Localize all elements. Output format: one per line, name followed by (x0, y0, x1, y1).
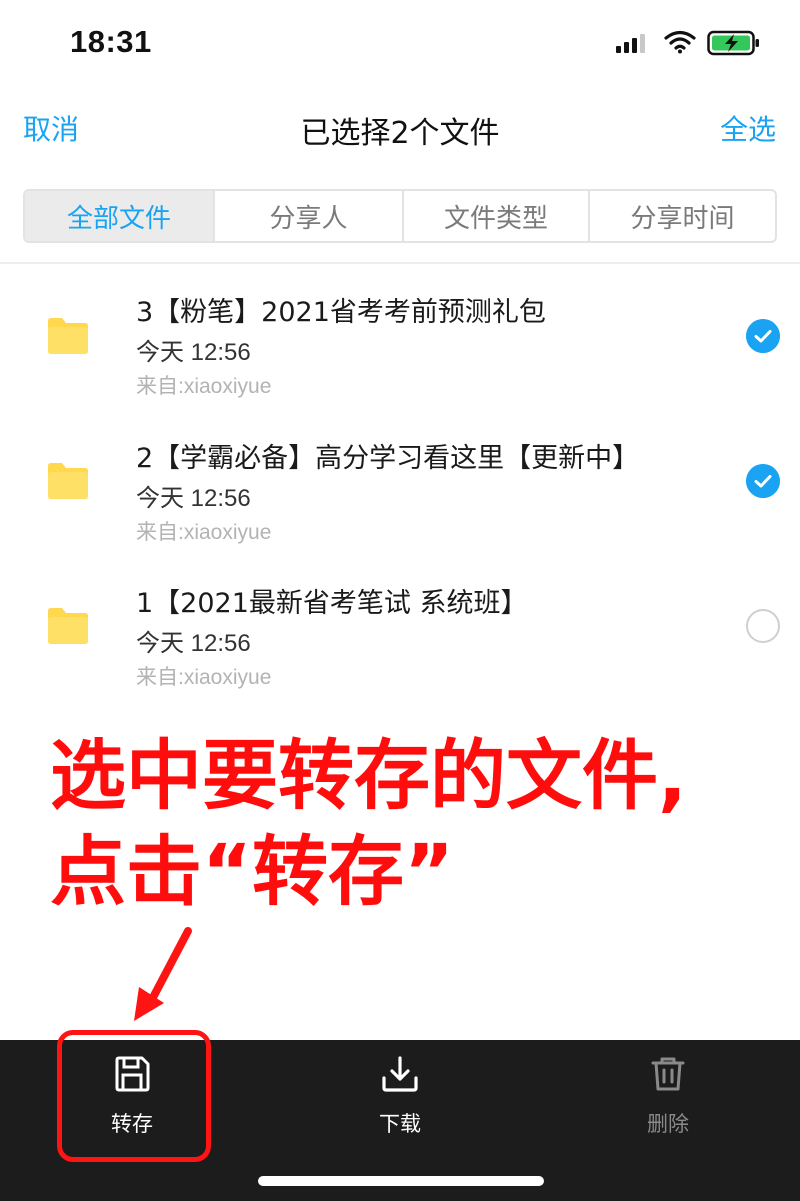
folder-icon (48, 318, 88, 354)
filter-tabs: 全部文件 分享人 文件类型 分享时间 (23, 189, 777, 243)
delete-label: 删除 (647, 1112, 689, 1136)
select-all-button[interactable]: 全选 (720, 108, 776, 148)
cellular-signal-icon (616, 34, 645, 53)
delete-button[interactable]: 删除 (598, 1040, 738, 1160)
red-highlight-box (57, 1030, 211, 1162)
folder-icon (48, 463, 88, 499)
divider (0, 262, 800, 264)
instruction-annotation: 选中要转存的文件, 点击“转存” (50, 728, 770, 920)
red-arrow-icon (134, 927, 192, 1021)
file-name: 1【2021最新省考笔试 系统班】 (136, 588, 528, 619)
file-time: 今天 12:56 (136, 630, 251, 657)
download-icon (382, 1056, 418, 1092)
status-bar: 18:31 (0, 0, 800, 90)
tab-sharer[interactable]: 分享人 (215, 191, 404, 241)
home-indicator[interactable] (258, 1176, 544, 1186)
checkmark-selected-icon[interactable] (746, 319, 780, 353)
file-time: 今天 12:56 (136, 485, 251, 512)
list-item[interactable]: 3【粉笔】2021省考考前预测礼包 今天 12:56 来自:xiaoxiyue (0, 290, 800, 420)
nav-bar: 取消 已选择2个文件 全选 (0, 100, 800, 160)
tab-file-type[interactable]: 文件类型 (404, 191, 590, 241)
file-name: 2【学霸必备】高分学习看这里【更新中】 (136, 443, 640, 474)
annotation-line-2: 点击“转存” (50, 827, 454, 916)
file-name: 3【粉笔】2021省考考前预测礼包 (136, 297, 546, 328)
status-time: 18:31 (70, 24, 152, 59)
tab-all-files[interactable]: 全部文件 (25, 191, 215, 241)
checkbox-unselected-icon[interactable] (746, 609, 780, 643)
list-item[interactable]: 2【学霸必备】高分学习看这里【更新中】 今天 12:56 来自:xiaoxiyu… (0, 436, 800, 566)
file-source: 来自:xiaoxiyue (136, 521, 272, 544)
wifi-icon (664, 30, 696, 54)
file-source: 来自:xiaoxiyue (136, 375, 272, 398)
tab-share-time[interactable]: 分享时间 (590, 191, 775, 241)
annotation-line-1: 选中要转存的文件, (50, 731, 687, 820)
page-title: 已选择2个文件 (300, 116, 500, 151)
checkmark-selected-icon[interactable] (746, 464, 780, 498)
battery-charging-icon (707, 30, 759, 56)
download-label: 下载 (379, 1112, 421, 1136)
trash-icon (651, 1057, 685, 1091)
download-button[interactable]: 下载 (330, 1040, 470, 1160)
file-source: 来自:xiaoxiyue (136, 666, 272, 689)
folder-icon (48, 608, 88, 644)
list-item[interactable]: 1【2021最新省考笔试 系统班】 今天 12:56 来自:xiaoxiyue (0, 581, 800, 711)
file-time: 今天 12:56 (136, 339, 251, 366)
